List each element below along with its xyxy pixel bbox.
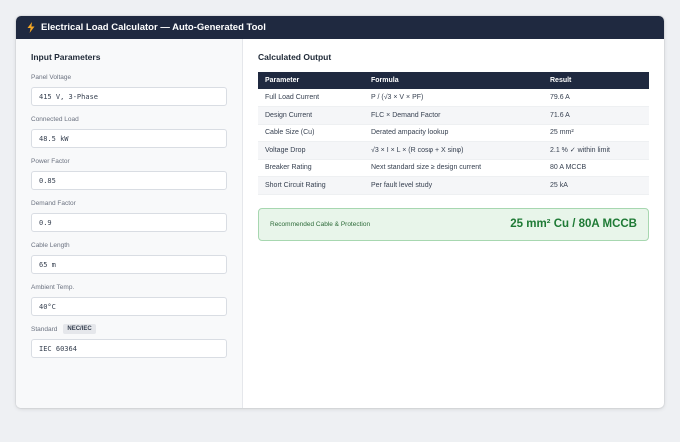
column-header-formula: Formula [364, 72, 543, 89]
cell-parameter: Design Current [258, 106, 364, 125]
standard-badge: NEC/IEC [63, 324, 96, 334]
demand-factor-label: Demand Factor [31, 199, 76, 207]
output-panel: Calculated Output Parameter Formula Resu… [243, 39, 664, 408]
cell-formula: Derated ampacity lookup [364, 124, 543, 142]
input-panel: Input Parameters Panel Voltage 415 V, 3-… [16, 39, 243, 408]
table-row: Voltage Drop √3 × I × L × (R cosφ + X si… [258, 141, 649, 160]
panel-voltage-input[interactable]: 415 V, 3-Phase [31, 87, 227, 106]
cell-result: 25 kA [543, 176, 649, 195]
ambient-temp-label: Ambient Temp. [31, 283, 75, 291]
cell-result: 25 mm² [543, 124, 649, 142]
cell-formula: Per fault level study [364, 176, 543, 195]
table-row: Design Current FLC × Demand Factor 71.6 … [258, 106, 649, 125]
column-header-result: Result [543, 72, 649, 89]
recommendation-value: 25 mm² Cu / 80A MCCB [510, 218, 637, 230]
table-row: Breaker Rating Next standard size ≥ desi… [258, 159, 649, 177]
cable-length-field: Cable Length 65 m [31, 240, 227, 274]
results-table: Parameter Formula Result Full Load Curre… [258, 72, 649, 195]
panel-voltage-label: Panel Voltage [31, 73, 72, 81]
standard-label: Standard [31, 325, 58, 333]
standard-input[interactable]: IEC 60364 [31, 339, 227, 358]
input-panel-heading: Input Parameters [31, 52, 101, 62]
lightning-bolt-icon [27, 22, 35, 33]
cell-parameter: Voltage Drop [258, 141, 364, 160]
demand-factor-field: Demand Factor 0.9 [31, 198, 227, 232]
output-panel-heading: Calculated Output [258, 52, 332, 62]
table-row: Short Circuit Rating Per fault level stu… [258, 176, 649, 195]
window-title: Electrical Load Calculator — Auto-Genera… [41, 22, 266, 33]
connected-load-label: Connected Load [31, 115, 79, 123]
power-factor-field: Power Factor 0.85 [31, 156, 227, 190]
cell-parameter: Cable Size (Cu) [258, 124, 364, 142]
table-row: Full Load Current P / (√3 × V × PF) 79.6… [258, 89, 649, 107]
panel-voltage-field: Panel Voltage 415 V, 3-Phase [31, 72, 227, 106]
cell-parameter: Full Load Current [258, 89, 364, 107]
cell-result: 71.6 A [543, 106, 649, 125]
power-factor-input[interactable]: 0.85 [31, 171, 227, 190]
demand-factor-input[interactable]: 0.9 [31, 213, 227, 232]
standard-field: Standard NEC/IEC IEC 60364 [31, 324, 227, 358]
cell-result: 79.6 A [543, 89, 649, 107]
cell-parameter: Breaker Rating [258, 159, 364, 177]
cell-formula: FLC × Demand Factor [364, 106, 543, 125]
cell-result: 2.1 % ✓ within limit [543, 141, 649, 160]
power-factor-label: Power Factor [31, 157, 70, 165]
table-row: Cable Size (Cu) Derated ampacity lookup … [258, 124, 649, 142]
table-header-row: Parameter Formula Result [258, 72, 649, 89]
cell-formula: Next standard size ≥ design current [364, 159, 543, 177]
title-bar: Electrical Load Calculator — Auto-Genera… [16, 16, 664, 39]
connected-load-field: Connected Load 48.5 kW [31, 114, 227, 148]
recommendation-label: Recommended Cable & Protection [270, 220, 371, 228]
cell-parameter: Short Circuit Rating [258, 176, 364, 195]
column-header-parameter: Parameter [258, 72, 364, 89]
cell-formula: √3 × I × L × (R cosφ + X sinφ) [364, 141, 543, 160]
recommendation-banner: Recommended Cable & Protection 25 mm² Cu… [258, 207, 649, 241]
cable-length-input[interactable]: 65 m [31, 255, 227, 274]
ambient-temp-field: Ambient Temp. 40°C [31, 282, 227, 316]
app-window: Electrical Load Calculator — Auto-Genera… [16, 16, 664, 408]
cable-length-label: Cable Length [31, 241, 70, 249]
connected-load-input[interactable]: 48.5 kW [31, 129, 227, 148]
cell-result: 80 A MCCB [543, 159, 649, 177]
cell-formula: P / (√3 × V × PF) [364, 89, 543, 107]
ambient-temp-input[interactable]: 40°C [31, 297, 227, 316]
